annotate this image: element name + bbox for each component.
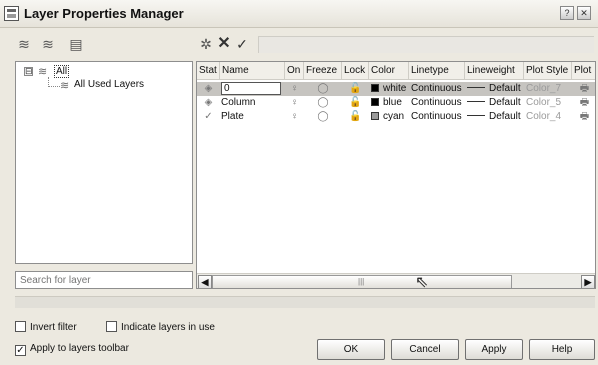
- column-header-on[interactable]: On: [285, 62, 304, 80]
- column-header-linetype[interactable]: Linetype: [409, 62, 465, 80]
- delete-layer-button[interactable]: ✕: [214, 35, 234, 53]
- lightbulb-icon[interactable]: ♀: [285, 110, 304, 124]
- lineweight-value: Default: [489, 83, 521, 94]
- used-layers-icon: ≋: [60, 80, 70, 92]
- new-group-filter-button[interactable]: ≋: [38, 35, 58, 53]
- printer-icon[interactable]: 🖶: [572, 96, 595, 110]
- color-name: white: [383, 83, 407, 94]
- checkbox-checked-icon[interactable]: ✓: [15, 345, 26, 356]
- grip-icon: |||: [358, 277, 365, 286]
- apply-button[interactable]: Apply: [465, 339, 523, 360]
- filter-tree[interactable]: ⊟ ≋ All ≋ All Used Layers: [15, 61, 193, 264]
- column-header-stat[interactable]: Stat: [197, 62, 220, 80]
- color-name: blue: [383, 97, 402, 108]
- layer-list[interactable]: Stat Name On Freeze Lock Color Linetype Linewei…: [196, 61, 596, 289]
- layer-row[interactable]: ◈ 0 ♀ ◯ 🔓 white Continuous Default Color_7 🖶: [197, 82, 595, 96]
- sun-freeze-icon[interactable]: ◯: [304, 96, 342, 110]
- set-current-button[interactable]: ✓: [232, 35, 252, 53]
- layer-name[interactable]: 0: [221, 82, 281, 95]
- unlocked-icon[interactable]: 🔓: [342, 82, 369, 96]
- tree-item-all-used-layers[interactable]: All Used Layers: [74, 79, 144, 90]
- invert-filter-checkbox[interactable]: Invert filter: [15, 321, 77, 333]
- toolbar-status-field: [258, 36, 594, 53]
- checkbox-icon[interactable]: [106, 321, 117, 332]
- layer-linetype[interactable]: Continuous: [411, 96, 467, 110]
- layer-name[interactable]: Plate: [221, 110, 286, 124]
- column-header-plot-style[interactable]: Plot Style: [524, 62, 572, 80]
- layer-linetype[interactable]: Continuous: [411, 82, 467, 96]
- color-swatch-icon: [371, 98, 379, 106]
- layer-plot-style[interactable]: Color_5: [526, 96, 574, 110]
- lineweight-line-icon: [467, 101, 485, 102]
- layer-lineweight[interactable]: Default: [467, 110, 526, 124]
- color-name: cyan: [383, 111, 405, 122]
- layer-states-manager-button[interactable]: ▤: [66, 35, 86, 53]
- lightbulb-icon[interactable]: ♀: [285, 96, 304, 110]
- apply-to-toolbar-checkbox[interactable]: ✓ Apply to layers toolbar: [15, 343, 129, 356]
- lineweight-line-icon: [467, 87, 485, 88]
- lineweight-value: Default: [489, 111, 521, 122]
- unlocked-icon[interactable]: 🔓: [342, 96, 369, 110]
- scroll-left-icon[interactable]: ◀: [198, 275, 212, 288]
- layer-status-icon[interactable]: ◈: [197, 96, 220, 110]
- help-button[interactable]: Help: [529, 339, 595, 360]
- lightbulb-icon[interactable]: ♀: [285, 82, 304, 96]
- layers-icon: ≋: [38, 66, 48, 78]
- layer-name[interactable]: Column: [221, 96, 286, 110]
- invert-filter-label: Invert filter: [30, 322, 77, 333]
- apply-to-toolbar-label: Apply to layers toolbar: [30, 343, 129, 354]
- cancel-button[interactable]: Cancel: [391, 339, 459, 360]
- column-header-lock[interactable]: Lock: [342, 62, 369, 80]
- collapse-icon[interactable]: ⊟: [24, 67, 33, 76]
- printer-icon[interactable]: 🖶: [572, 110, 595, 124]
- title-bar: Layer Properties Manager ? ✕: [0, 0, 598, 28]
- tree-item-all[interactable]: All: [54, 65, 70, 78]
- search-layer-input[interactable]: [15, 271, 193, 289]
- column-header-color[interactable]: Color: [369, 62, 409, 80]
- unlocked-icon[interactable]: 🔓: [342, 110, 369, 124]
- column-header-plot[interactable]: Plot: [572, 62, 595, 80]
- new-layer-button[interactable]: ✲: [196, 35, 216, 53]
- horizontal-scrollbar[interactable]: ◀ ||| ▶: [197, 273, 595, 288]
- layer-color[interactable]: cyan: [371, 110, 411, 124]
- scroll-thumb[interactable]: |||: [212, 275, 512, 288]
- column-header: Stat Name On Freeze Lock Color Linetype Linewei…: [197, 62, 595, 80]
- layer-lineweight[interactable]: Default: [467, 96, 526, 110]
- current-layer-check-icon[interactable]: ✓: [197, 110, 220, 124]
- app-icon: [4, 6, 19, 21]
- layer-status-icon[interactable]: ◈: [197, 82, 220, 96]
- layer-plot-style[interactable]: Color_7: [526, 82, 574, 96]
- sun-freeze-icon[interactable]: ◯: [304, 110, 342, 124]
- layer-color[interactable]: white: [371, 82, 411, 96]
- layer-row[interactable]: ◈ Column ♀ ◯ 🔓 blue Continuous Default Color_5 🖶: [197, 96, 595, 110]
- column-header-freeze[interactable]: Freeze: [304, 62, 342, 80]
- close-window-button[interactable]: ✕: [577, 6, 591, 20]
- layer-row[interactable]: ✓ Plate ♀ ◯ 🔓 cyan Continuous Default Color_4 🖶: [197, 110, 595, 124]
- color-swatch-icon: [371, 84, 379, 92]
- new-property-filter-button[interactable]: ≋: [14, 35, 34, 53]
- indicate-layers-in-use-checkbox[interactable]: Indicate layers in use: [106, 321, 215, 333]
- status-bar: [15, 296, 595, 308]
- sun-freeze-icon[interactable]: ◯: [304, 82, 342, 96]
- layer-lineweight[interactable]: Default: [467, 82, 526, 96]
- indicate-layers-in-use-label: Indicate layers in use: [121, 322, 215, 333]
- column-header-lineweight[interactable]: Lineweight: [465, 62, 524, 80]
- scroll-right-icon[interactable]: ▶: [581, 275, 595, 288]
- lineweight-value: Default: [489, 97, 521, 108]
- layer-linetype[interactable]: Continuous: [411, 110, 467, 124]
- window-title: Layer Properties Manager: [24, 6, 184, 21]
- column-header-name[interactable]: Name: [220, 62, 285, 80]
- color-swatch-icon: [371, 112, 379, 120]
- mouse-cursor-icon: ⇖: [415, 274, 429, 289]
- layer-color[interactable]: blue: [371, 96, 411, 110]
- printer-icon[interactable]: 🖶: [572, 82, 595, 96]
- ok-button[interactable]: OK: [317, 339, 385, 360]
- tree-connector: [48, 86, 60, 87]
- help-title-button[interactable]: ?: [560, 6, 574, 20]
- checkbox-icon[interactable]: [15, 321, 26, 332]
- layer-plot-style[interactable]: Color_4: [526, 110, 574, 124]
- lineweight-line-icon: [467, 115, 485, 116]
